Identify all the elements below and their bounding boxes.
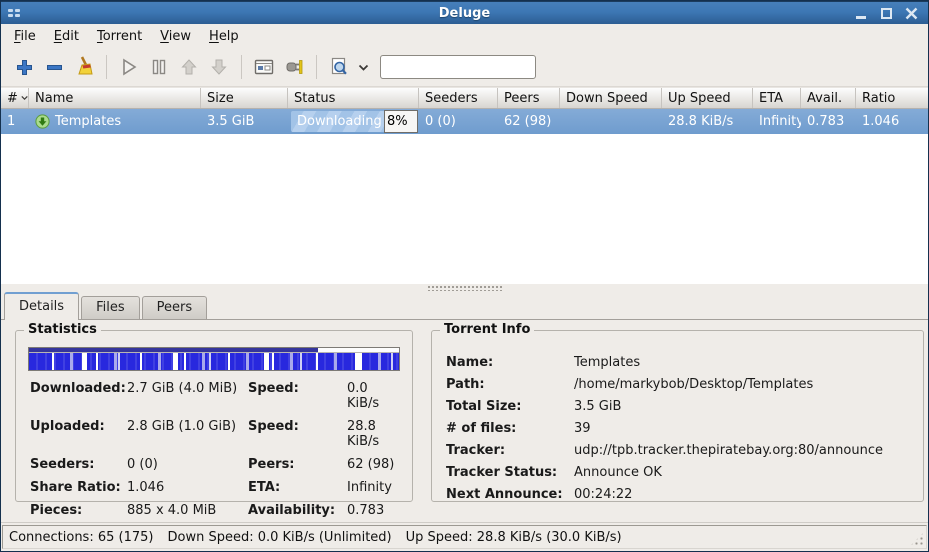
column-header-name[interactable]: Name xyxy=(29,88,201,108)
column-header-number[interactable]: # xyxy=(1,88,29,108)
cell-status: Downloading 7 8% xyxy=(288,109,419,134)
torrent-list-header: # Name Size Status Seeders Peers Down Sp… xyxy=(1,87,928,109)
menu-help[interactable]: Help xyxy=(200,26,248,47)
menu-torrent[interactable]: Torrent xyxy=(88,26,151,47)
pieces-progress-fill xyxy=(29,348,318,352)
queue-up-button[interactable] xyxy=(174,53,204,81)
column-header-peers[interactable]: Peers xyxy=(498,88,560,108)
pieces-availability-bar xyxy=(29,353,399,370)
splitter-grip-icon xyxy=(427,285,503,291)
menu-view[interactable]: View xyxy=(151,26,200,47)
toolbar-separator xyxy=(241,55,242,79)
statistics-frame-title: Statistics xyxy=(24,322,101,337)
statistics-frame: Statistics Downloaded:2.7 GiB (4.0 MiB)S… xyxy=(15,330,413,502)
cell-number: 1 xyxy=(1,109,29,134)
statusbar-connections: Connections: 65 (175) xyxy=(9,530,153,545)
plus-icon xyxy=(15,58,34,77)
tab-peers[interactable]: Peers xyxy=(142,296,208,319)
arrow-up-icon xyxy=(179,57,199,77)
cell-avail: 0.783 xyxy=(801,109,856,134)
search-input[interactable] xyxy=(380,55,536,79)
statusbar-up-speed: Up Speed: 28.8 KiB/s (30.0 KiB/s) xyxy=(406,530,622,545)
menubar: File Edit Torrent View Help xyxy=(1,24,928,48)
cell-peers: 62 (98) xyxy=(498,109,560,134)
minus-icon xyxy=(45,58,64,77)
torrent-list[interactable]: 1 Templates 3.5 GiB Downloading 7 8% xyxy=(1,109,928,284)
details-tabstrip: Details Files Peers xyxy=(1,292,928,320)
close-icon[interactable] xyxy=(904,7,919,20)
info-total-size-value: 3.5 GiB xyxy=(574,399,913,414)
status-progress-bar: Downloading 7 xyxy=(291,111,385,132)
menu-file[interactable]: File xyxy=(5,26,45,47)
statistics-grid: Downloaded:2.7 GiB (4.0 MiB)Speed:0.0 Ki… xyxy=(28,371,400,518)
titlebar[interactable]: Deluge xyxy=(1,1,928,24)
info-tracker-value: udp://tpb.tracker.thepiratebay.org:80/an… xyxy=(574,443,913,458)
cell-seeders: 0 (0) xyxy=(419,109,498,134)
pieces-widget xyxy=(28,347,400,371)
deluge-window: Deluge File Edit Torrent View Help xyxy=(0,0,929,552)
info-num-files-value: 39 xyxy=(574,421,913,436)
pause-torrent-button[interactable] xyxy=(144,53,174,81)
column-header-avail[interactable]: Avail. xyxy=(801,88,856,108)
preferences-icon xyxy=(253,57,275,77)
cell-name: Templates xyxy=(29,109,201,134)
cell-eta: Infinity xyxy=(753,109,801,134)
resume-torrent-button[interactable] xyxy=(114,53,144,81)
clear-finished-button[interactable] xyxy=(69,53,99,81)
cell-size: 3.5 GiB xyxy=(201,109,288,134)
info-next-announce-value: 00:24:22 xyxy=(574,487,913,502)
column-header-ratio[interactable]: Ratio xyxy=(856,88,928,108)
cell-ratio: 1.046 xyxy=(856,109,928,134)
statusbar-wrap: Connections: 65 (175) Down Speed: 0.0 Ki… xyxy=(1,522,928,551)
column-header-size[interactable]: Size xyxy=(201,88,288,108)
info-path-value: /home/markybob/Desktop/Templates xyxy=(574,377,913,392)
torrent-info-frame: Torrent Info Name:Templates Path:/home/m… xyxy=(431,330,924,502)
column-header-status[interactable]: Status xyxy=(288,88,419,108)
window-title: Deluge xyxy=(1,6,928,21)
arrow-down-icon xyxy=(209,57,229,77)
pause-icon xyxy=(149,57,169,77)
cell-down-speed xyxy=(560,109,662,134)
tab-files[interactable]: Files xyxy=(81,296,140,319)
toolbar-separator xyxy=(316,55,317,79)
preferences-button[interactable] xyxy=(249,53,279,81)
plug-icon xyxy=(283,57,305,77)
minimize-icon[interactable] xyxy=(854,7,869,20)
queue-down-button[interactable] xyxy=(204,53,234,81)
cell-up-speed: 28.8 KiB/s xyxy=(662,109,753,134)
connection-manager-button[interactable] xyxy=(279,53,309,81)
tab-details[interactable]: Details xyxy=(4,292,79,320)
play-icon xyxy=(119,57,139,77)
statusbar: Connections: 65 (175) Down Speed: 0.0 Ki… xyxy=(2,525,927,549)
toolbar-separator xyxy=(106,55,107,79)
downloading-state-icon xyxy=(35,114,50,129)
filter-dropdown[interactable] xyxy=(354,53,372,81)
column-header-eta[interactable]: ETA xyxy=(753,88,801,108)
info-name-value: Templates xyxy=(574,355,913,370)
status-percent-box: 8% xyxy=(384,110,418,133)
torrent-info-frame-title: Torrent Info xyxy=(440,322,534,337)
add-torrent-button[interactable] xyxy=(9,53,39,81)
info-tracker-status-value: Announce OK xyxy=(574,465,913,480)
resize-grip-icon[interactable] xyxy=(910,532,924,546)
pane-splitter[interactable] xyxy=(1,284,928,292)
column-header-seeders[interactable]: Seeders xyxy=(419,88,498,108)
menu-edit[interactable]: Edit xyxy=(45,26,88,47)
torrent-row-selected[interactable]: 1 Templates 3.5 GiB Downloading 7 8% xyxy=(1,109,928,134)
filter-button[interactable] xyxy=(324,53,354,81)
details-pane: Statistics Downloaded:2.7 GiB (4.0 MiB)S… xyxy=(1,320,928,522)
find-icon xyxy=(328,56,350,78)
toolbar xyxy=(1,48,928,87)
maximize-icon[interactable] xyxy=(879,7,894,20)
broom-icon xyxy=(73,56,95,78)
column-header-up-speed[interactable]: Up Speed xyxy=(662,88,753,108)
sort-chevron-icon xyxy=(21,95,28,101)
chevron-down-icon xyxy=(358,64,369,71)
pieces-progress-strip xyxy=(29,348,399,353)
statusbar-down-speed: Down Speed: 0.0 KiB/s (Unlimited) xyxy=(167,530,391,545)
remove-torrent-button[interactable] xyxy=(39,53,69,81)
column-header-down-speed[interactable]: Down Speed xyxy=(560,88,662,108)
torrent-info-grid: Name:Templates Path:/home/markybob/Deskt… xyxy=(442,347,913,502)
